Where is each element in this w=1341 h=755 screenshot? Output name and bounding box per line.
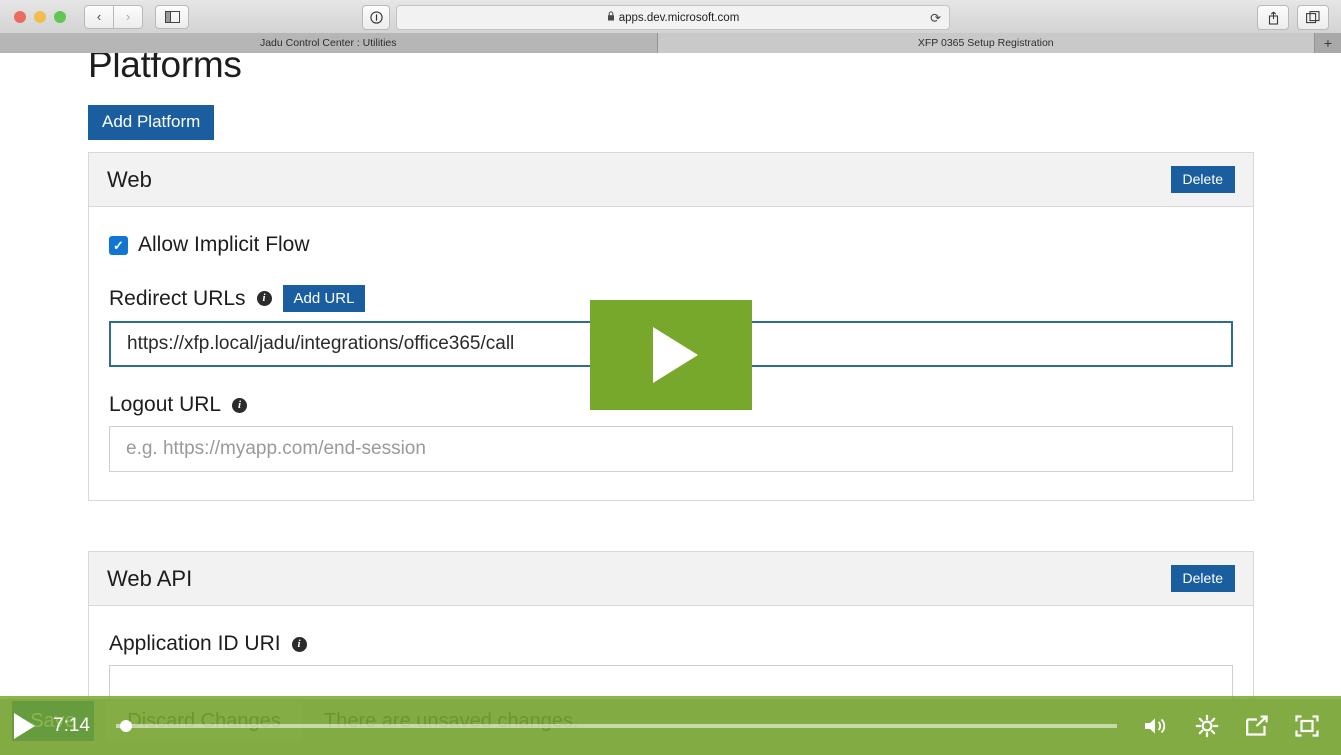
page-title: Platforms (88, 53, 242, 85)
tab-label: XFP 0365 Setup Registration (917, 37, 1054, 49)
tabs-icon (1306, 11, 1320, 24)
video-share-button[interactable] (1245, 715, 1269, 737)
gear-icon (1195, 714, 1219, 737)
toolbar-right-group (1257, 5, 1329, 30)
video-play-overlay-button[interactable] (590, 300, 752, 410)
panel-header-web-api: Web API Delete (89, 552, 1253, 606)
minimize-window-button[interactable] (34, 10, 46, 23)
application-id-uri-info-icon[interactable]: i (291, 636, 307, 652)
delete-platform-web-button[interactable]: Delete (1170, 165, 1235, 194)
app-window: ‹ › apps.dev.microsoft.com ⟳ Jadu Contro… (0, 0, 1341, 755)
share-button[interactable] (1257, 5, 1289, 30)
forward-button[interactable]: › (114, 4, 143, 29)
delete-platform-web-api-button[interactable]: Delete (1170, 564, 1235, 593)
lock-icon (607, 11, 615, 24)
allow-implicit-flow-checkbox[interactable]: ✓ (109, 235, 128, 255)
sidebar-toggle-button[interactable] (155, 4, 189, 29)
sidebar-icon (164, 10, 180, 23)
site-info-button[interactable] (362, 5, 390, 30)
logout-url-label: Logout URL (109, 393, 222, 417)
redirect-urls-label: Redirect URLs (109, 286, 246, 310)
logout-url-input[interactable] (109, 426, 1233, 473)
panel-title-web-api: Web API (107, 565, 193, 591)
browser-tab-xfp-0365-setup-registration[interactable]: XFP 0365 Setup Registration (657, 33, 1315, 53)
application-id-uri-label-row: Application ID URI i (109, 632, 1233, 656)
reload-button[interactable]: ⟳ (930, 11, 941, 24)
share-icon (1268, 11, 1278, 25)
browser-tab-jadu-control-center[interactable]: Jadu Control Center : Utilities (0, 33, 658, 53)
redirect-urls-info-icon[interactable]: i (256, 291, 272, 307)
logout-url-info-icon[interactable]: i (232, 397, 248, 413)
video-fullscreen-button[interactable] (1295, 714, 1319, 737)
tab-bar: Jadu Control Center : Utilities XFP 0365… (0, 33, 1341, 54)
new-tab-button[interactable]: + (1315, 33, 1341, 53)
tab-label: Jadu Control Center : Utilities (259, 37, 397, 49)
navigation-buttons: ‹ › (84, 4, 143, 29)
video-settings-button[interactable] (1195, 714, 1219, 738)
add-platform-button[interactable]: Add Platform (88, 105, 215, 140)
video-control-bar: 7:14 (0, 696, 1341, 755)
close-window-button[interactable] (14, 10, 26, 23)
video-controls-group (1143, 714, 1319, 738)
show-all-tabs-button[interactable] (1297, 5, 1329, 30)
address-bar-url: apps.dev.microsoft.com (618, 11, 740, 24)
allow-implicit-flow-label: Allow Implicit Flow (138, 233, 310, 256)
address-bar[interactable]: apps.dev.microsoft.com ⟳ (396, 5, 950, 30)
allow-implicit-flow-row[interactable]: ✓ Allow Implicit Flow (109, 233, 1233, 257)
fullscreen-icon (1295, 714, 1319, 737)
info-circle-icon (369, 11, 383, 24)
video-progress-slider[interactable] (115, 719, 1117, 732)
maximize-window-button[interactable] (54, 10, 66, 23)
window-controls (14, 10, 66, 23)
panel-title-web: Web (107, 166, 152, 192)
application-id-uri-label: Application ID URI (109, 632, 281, 655)
back-button[interactable]: ‹ (84, 4, 114, 29)
panel-header-web: Web Delete (89, 153, 1253, 207)
video-volume-button[interactable] (1143, 716, 1169, 736)
video-progress-handle[interactable] (119, 719, 132, 732)
browser-toolbar: ‹ › apps.dev.microsoft.com ⟳ (0, 0, 1341, 34)
video-play-button[interactable] (14, 712, 35, 739)
video-time-label: 7:14 (53, 714, 90, 736)
checkmark-icon: ✓ (113, 237, 124, 253)
volume-icon (1145, 718, 1166, 733)
share-icon (1246, 715, 1268, 736)
play-icon (652, 327, 698, 383)
add-url-button[interactable]: Add URL (282, 285, 366, 313)
